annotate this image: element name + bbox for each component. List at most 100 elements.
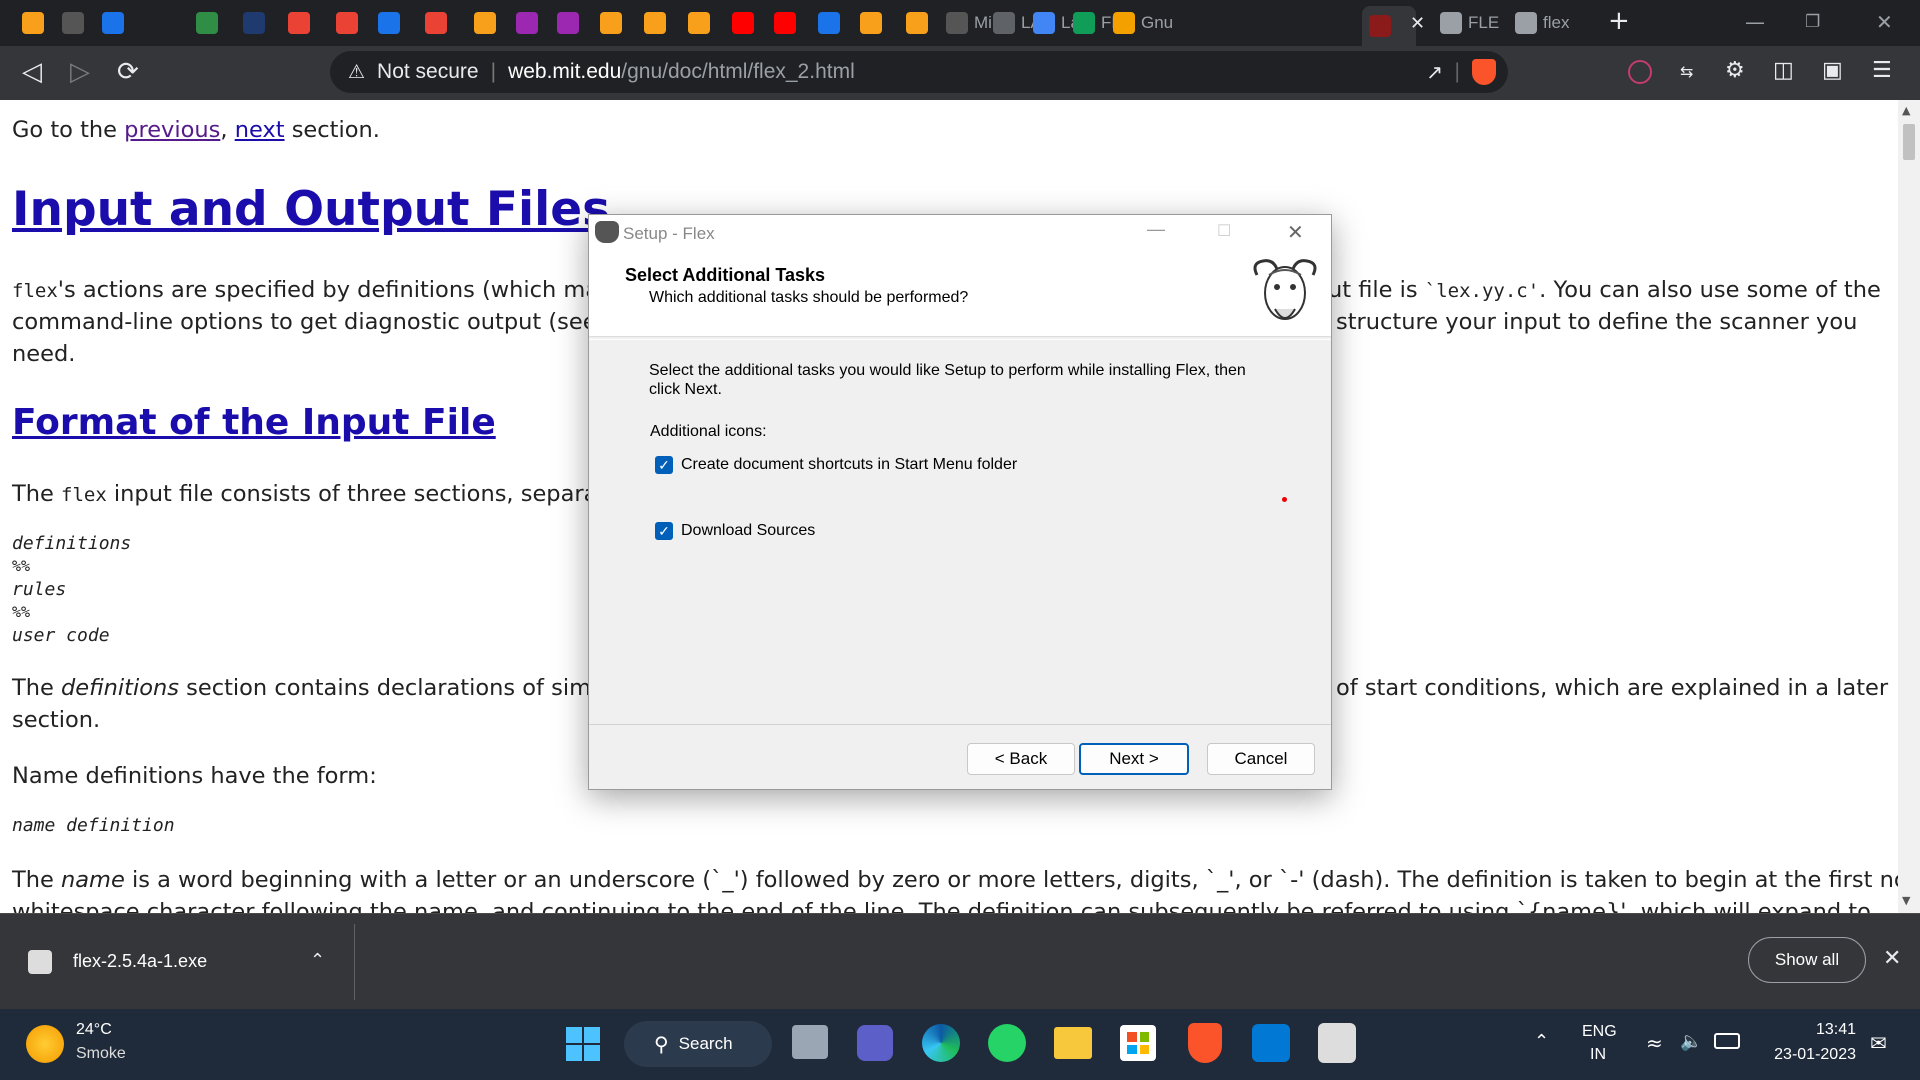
cc-icon: [946, 12, 968, 34]
volume-icon[interactable]: 🔈: [1680, 1031, 1702, 1052]
minimize-icon[interactable]: —: [1745, 10, 1765, 34]
translate-icon[interactable]: ⇆: [1680, 62, 1693, 81]
whatsapp-icon[interactable]: [988, 1024, 1026, 1062]
drive-icon: [1073, 12, 1095, 34]
back-button[interactable]: < Back: [967, 743, 1075, 775]
reload-icon[interactable]: ⟳: [117, 56, 139, 88]
tab-26[interactable]: [1362, 6, 1416, 46]
tab-11[interactable]: [516, 7, 538, 39]
weather-icon[interactable]: [26, 1025, 64, 1063]
leetcode-icon: [600, 12, 622, 34]
weather-desc[interactable]: Smoke: [76, 1045, 126, 1063]
forward-icon[interactable]: ▷: [70, 56, 90, 88]
download-filename[interactable]: flex-2.5.4a-1.exe: [73, 951, 207, 972]
task1-checkbox[interactable]: ✓: [655, 456, 673, 474]
back-icon[interactable]: ◁: [22, 56, 42, 88]
notification-icon[interactable]: ✉: [1870, 1031, 1887, 1055]
page-scrollbar[interactable]: ▲ ▼: [1898, 100, 1920, 913]
start-icon[interactable]: [566, 1027, 600, 1061]
dialog-minimize-icon[interactable]: —: [1147, 219, 1165, 240]
next-link[interactable]: next: [235, 117, 285, 143]
tab-3[interactable]: [148, 7, 170, 39]
section-heading[interactable]: Format of the Input File: [12, 402, 496, 443]
tab-18[interactable]: [818, 7, 840, 39]
cancel-button[interactable]: Cancel: [1207, 743, 1315, 775]
tab-5[interactable]: [243, 7, 265, 39]
globe-icon: [1515, 12, 1537, 34]
battery-icon[interactable]: [1714, 1033, 1740, 1049]
tab-20[interactable]: [906, 7, 928, 39]
clock-date[interactable]: 23-01-2023: [1756, 1046, 1856, 1064]
dialog-close-icon[interactable]: ✕: [1287, 220, 1304, 245]
tab-28[interactable]: flex: [1515, 7, 1569, 39]
store-icon[interactable]: [1120, 1025, 1156, 1061]
previous-link[interactable]: previous: [124, 117, 220, 143]
dialog-subheading: Which additional tasks should be perform…: [649, 289, 969, 306]
restore-icon[interactable]: ❐: [1805, 12, 1820, 32]
tab-16[interactable]: [732, 7, 754, 39]
page-title[interactable]: Input and Output Files: [12, 182, 610, 237]
u-icon: [557, 12, 579, 34]
tab-4[interactable]: [196, 7, 218, 39]
search-label: Search: [678, 1034, 733, 1053]
menu-icon[interactable]: ☰: [1872, 58, 1892, 83]
new-tab-icon[interactable]: +: [1608, 6, 1630, 36]
brave-icon[interactable]: [1188, 1023, 1222, 1063]
edge-icon[interactable]: [922, 1024, 960, 1062]
task2-checkbox[interactable]: ✓: [655, 522, 673, 540]
address-bar[interactable]: ⚠ Not secure | web.mit.edu /gnu/doc/html…: [330, 51, 1508, 93]
square-icon: [243, 12, 265, 34]
vscode-icon[interactable]: [1252, 1024, 1290, 1062]
close-download-bar-icon[interactable]: ✕: [1883, 946, 1901, 971]
tab-9[interactable]: [425, 7, 447, 39]
tab-8[interactable]: [378, 7, 400, 39]
show-all-button[interactable]: Show all: [1748, 937, 1866, 983]
scroll-up-icon[interactable]: ▲: [1902, 104, 1910, 117]
youtube-icon: [732, 12, 754, 34]
task2-label[interactable]: Download Sources: [681, 522, 815, 540]
share-icon[interactable]: ↗: [1426, 60, 1443, 85]
tab-25[interactable]: Gnu: [1113, 7, 1173, 39]
tab-0[interactable]: [22, 7, 44, 39]
tab-17[interactable]: [774, 7, 796, 39]
extensions-icon[interactable]: ⚙: [1725, 58, 1745, 83]
weather-temp[interactable]: 24°C: [76, 1021, 112, 1039]
close-tab-icon[interactable]: ✕: [1410, 13, 1425, 34]
lang-secondary[interactable]: IN: [1590, 1046, 1606, 1064]
tab-27[interactable]: FLE: [1440, 7, 1499, 39]
tab-6[interactable]: [288, 7, 310, 39]
tab-7[interactable]: [336, 7, 358, 39]
tab-12[interactable]: [557, 7, 579, 39]
tab-10[interactable]: [474, 7, 496, 39]
tab-1[interactable]: [62, 7, 84, 39]
tab-19[interactable]: [860, 7, 882, 39]
teams-icon[interactable]: [857, 1025, 893, 1061]
cc-icon: [62, 12, 84, 34]
gmail-icon: [425, 12, 447, 34]
tray-chevron-icon[interactable]: ⌃: [1534, 1031, 1549, 1052]
task-view-icon[interactable]: [792, 1025, 828, 1059]
brave-shield-icon[interactable]: [1472, 59, 1496, 85]
wifi-icon[interactable]: ≈: [1646, 1031, 1663, 1055]
brave-rewards-icon[interactable]: [1628, 60, 1652, 84]
wallet-icon[interactable]: ▣: [1822, 58, 1843, 83]
tab-13[interactable]: [600, 7, 622, 39]
lang-primary[interactable]: ENG: [1582, 1023, 1617, 1041]
sidebar-icon[interactable]: ◫: [1773, 58, 1794, 83]
clock-time[interactable]: 13:41: [1776, 1021, 1856, 1039]
flex-icon: [1369, 15, 1391, 37]
task1-label[interactable]: Create document shortcuts in Start Menu …: [681, 456, 1017, 474]
scroll-thumb[interactable]: [1903, 124, 1915, 160]
close-window-icon[interactable]: ✕: [1876, 10, 1893, 34]
next-button[interactable]: Next >: [1079, 743, 1189, 775]
tab-15[interactable]: [688, 7, 710, 39]
tab-2[interactable]: [102, 7, 124, 39]
gmail-icon: [336, 12, 358, 34]
flex-setup-taskbar-icon[interactable]: [1318, 1023, 1356, 1063]
file-explorer-icon[interactable]: [1054, 1027, 1092, 1059]
chevron-up-icon[interactable]: ⌃: [310, 950, 325, 971]
scroll-down-icon[interactable]: ▼: [1902, 894, 1910, 907]
tab-14[interactable]: [644, 7, 666, 39]
un: [148, 12, 170, 34]
search-box[interactable]: ⚲ Search: [624, 1021, 772, 1067]
